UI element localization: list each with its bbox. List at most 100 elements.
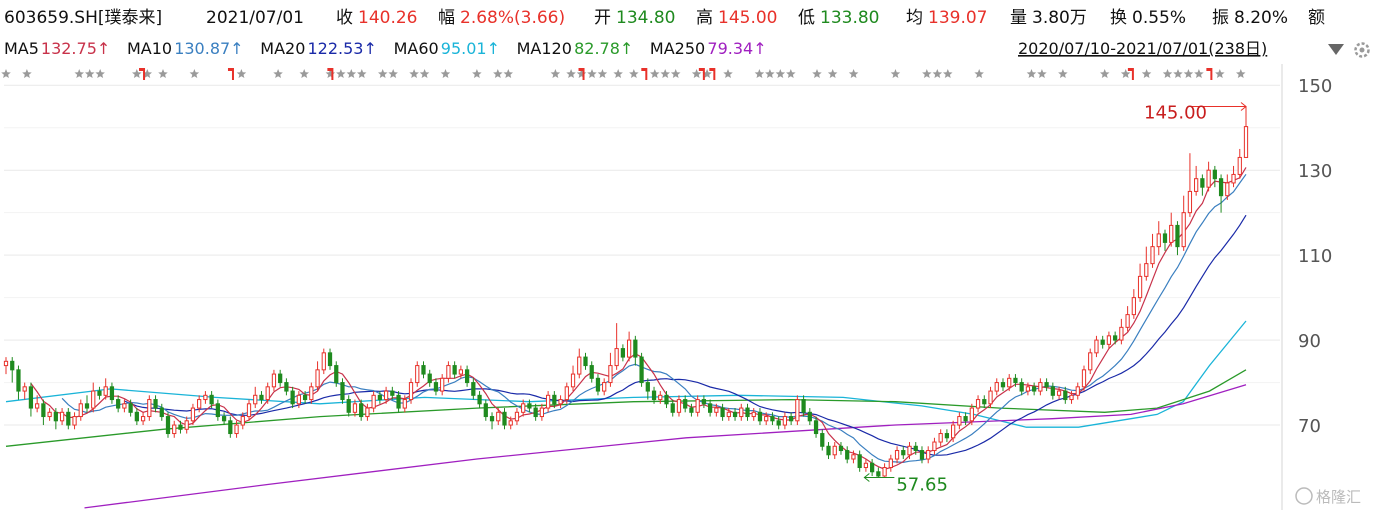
- candle-body: [315, 369, 320, 388]
- candle-body: [732, 411, 738, 418]
- star-marker-icon: [440, 69, 451, 78]
- candle-body: [352, 403, 358, 413]
- candle-body: [265, 386, 270, 401]
- ma-legend-value: 95.01↑: [441, 39, 500, 58]
- star-marker-icon: [357, 69, 367, 78]
- candle-body: [483, 403, 488, 418]
- candle-body: [1007, 377, 1012, 388]
- star-marker-icon: [587, 69, 597, 78]
- star-marker-icon: [419, 69, 430, 78]
- star-marker-icon: [670, 69, 681, 78]
- y-tick-label: 70: [1298, 416, 1321, 437]
- candle-body: [789, 416, 794, 422]
- candle-body: [296, 394, 301, 405]
- watermark-text: 格隆汇: [1316, 488, 1361, 506]
- change-value: 2.68%(3.66): [460, 8, 565, 28]
- candle-body: [240, 416, 245, 426]
- ma-legend-value: 122.53↑: [308, 39, 377, 58]
- candle-body: [221, 416, 227, 422]
- candle-body: [178, 424, 183, 430]
- star-marker-icon: [597, 69, 608, 78]
- candle-body: [321, 352, 326, 371]
- candle-body: [577, 356, 582, 375]
- quote-header: 603659.SH[璞泰来] 2021/07/01 收 140.26 幅 2.6…: [4, 8, 1325, 28]
- candle-body: [1125, 314, 1130, 328]
- candle-body: [1225, 182, 1230, 197]
- candle-body: [764, 416, 769, 422]
- candle-body: [745, 407, 750, 418]
- open-value: 134.80: [616, 8, 675, 28]
- candle-body: [602, 382, 607, 392]
- chevron-down-icon[interactable]: [1328, 44, 1344, 55]
- candle-body: [913, 445, 918, 452]
- candle-body: [589, 365, 594, 379]
- candle-body: [720, 407, 725, 418]
- candle-body: [963, 416, 968, 422]
- candle-body: [583, 356, 588, 367]
- candle-body: [128, 403, 133, 413]
- gear-icon[interactable]: [1354, 42, 1370, 58]
- moving-average-lines: [5, 167, 1247, 509]
- candle-body: [658, 394, 663, 401]
- candle-body: [1106, 335, 1112, 345]
- star-marker-icon: [273, 69, 283, 78]
- candle-body: [832, 445, 837, 456]
- star-marker-icon: [754, 69, 765, 78]
- candle-body: [16, 369, 21, 392]
- flag-marker-icon: [709, 68, 716, 80]
- candle-body: [726, 411, 731, 418]
- candle-body: [901, 450, 906, 456]
- candle-body: [888, 458, 893, 469]
- candle-body: [228, 420, 233, 435]
- candle-body: [440, 377, 445, 392]
- star-marker-icon: [493, 69, 503, 78]
- volume-label: 量: [1010, 8, 1027, 28]
- candle-body: [489, 416, 495, 422]
- date-range-selector[interactable]: 2020/07/10-2021/07/01(238日): [1018, 39, 1267, 58]
- candle-body: [134, 411, 139, 422]
- candle-body: [882, 467, 887, 477]
- candle-body: [633, 339, 638, 358]
- star-marker-icon: [943, 69, 953, 78]
- star-marker-icon: [629, 69, 639, 78]
- close-label: 收: [336, 8, 353, 28]
- candle-body: [365, 407, 370, 418]
- low-label: 低: [798, 8, 815, 28]
- candle-body: [184, 420, 189, 430]
- candle-body: [863, 462, 869, 469]
- ma-legend-label: MA5: [4, 39, 39, 58]
- candle-body: [1119, 326, 1124, 341]
- star-marker-icon: [158, 69, 168, 78]
- candle-body: [807, 411, 812, 422]
- candle-body: [402, 399, 407, 409]
- candle-body: [496, 411, 501, 422]
- candle-body: [147, 399, 152, 418]
- candle-body: [1243, 126, 1249, 158]
- candle-body: [346, 399, 351, 413]
- star-marker-icon: [827, 69, 838, 78]
- candle-body: [1150, 246, 1155, 265]
- ma-legend-label: MA10: [127, 39, 172, 58]
- candle-body: [215, 403, 220, 418]
- candle-body: [371, 394, 376, 409]
- candle-body: [433, 382, 439, 392]
- logo-icon: [1295, 487, 1313, 505]
- candle-body: [1181, 212, 1186, 248]
- candle-body: [3, 360, 9, 367]
- star-marker-icon: [1236, 69, 1246, 78]
- candle-body: [975, 399, 981, 409]
- star-marker-icon: [812, 69, 822, 78]
- candle-body: [1000, 382, 1006, 388]
- star-marker-icon: [566, 69, 576, 78]
- ma-legend-value: 132.75↑: [41, 39, 110, 58]
- high-value: 145.00: [718, 8, 777, 28]
- candle-body: [508, 420, 513, 426]
- candle-body: [116, 399, 121, 409]
- candle-body: [396, 394, 401, 409]
- candle-body: [1194, 178, 1199, 192]
- candle-body: [1218, 178, 1224, 197]
- candle-body: [676, 399, 682, 413]
- candle-body: [408, 382, 414, 401]
- y-tick-label: 90: [1298, 331, 1321, 352]
- candle-body: [28, 386, 34, 409]
